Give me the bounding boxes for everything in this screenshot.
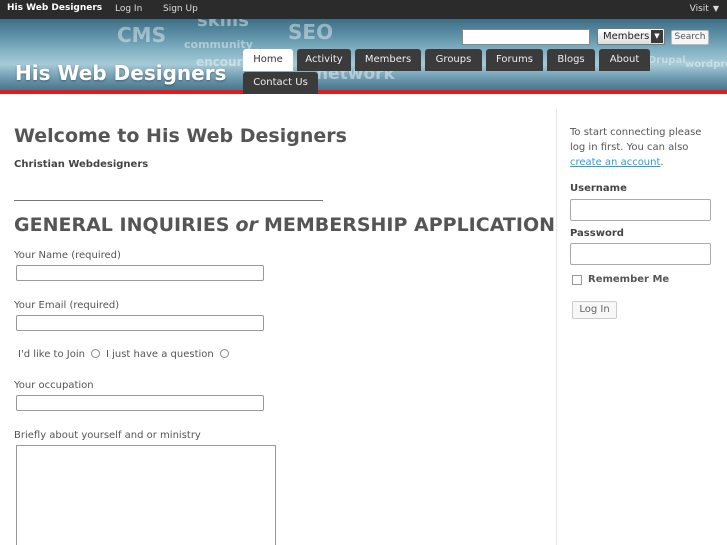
username-field[interactable] <box>570 199 711 221</box>
divider <box>14 200 323 201</box>
search-input[interactable] <box>462 29 590 45</box>
join-radio-label: I'd like to Join <box>18 349 85 360</box>
chevron-down-icon: ▼ <box>712 4 719 13</box>
create-account-link[interactable]: create an account <box>570 157 660 168</box>
email-field[interactable] <box>16 315 264 331</box>
tab-forums[interactable]: Forums <box>486 49 543 71</box>
login-intro: To start connecting please log in first.… <box>570 125 715 170</box>
join-radio[interactable] <box>90 349 100 358</box>
remember-me-checkbox[interactable] <box>572 275 582 285</box>
page-subtitle: Christian Webdesigners <box>14 159 149 170</box>
occupation-field[interactable] <box>16 395 264 411</box>
header-decor-word: wordpress <box>685 59 727 70</box>
form-heading-or: or <box>235 214 258 236</box>
visit-label: Visit <box>689 4 709 14</box>
tab-groups[interactable]: Groups <box>425 49 482 71</box>
about-textarea[interactable] <box>16 445 276 545</box>
admin-bar-visit-menu[interactable]: Visit ▼ <box>690 4 719 14</box>
email-label: Your Email (required) <box>14 300 120 311</box>
name-label: Your Name (required) <box>14 250 121 261</box>
login-intro-text: To start connecting please log in first.… <box>570 127 702 153</box>
site-title[interactable]: His Web Designers <box>15 61 226 85</box>
sidebar <box>556 109 727 545</box>
form-heading-left: GENERAL INQUIRIES <box>14 214 230 236</box>
admin-bar-signup-link[interactable]: Sign Up <box>163 4 198 14</box>
admin-bar-login-link[interactable]: Log In <box>115 4 142 14</box>
question-radio-label: I just have a question <box>105 349 214 360</box>
occupation-label: Your occupation <box>14 380 94 391</box>
tab-about[interactable]: About <box>599 49 650 71</box>
tab-members[interactable]: Members <box>355 49 421 71</box>
header-decor-word: Drupal <box>648 55 686 66</box>
username-label: Username <box>570 183 627 194</box>
form-heading: GENERAL INQUIRIES or MEMBERSHIP APPLICATIO… <box>14 214 555 236</box>
remember-me-label: Remember Me <box>588 274 670 285</box>
header-decor-word: SEO <box>288 20 334 44</box>
chevron-down-icon: ▼ <box>651 30 663 43</box>
tab-activity[interactable]: Activity <box>297 49 351 71</box>
question-radio[interactable] <box>219 349 229 358</box>
search-button[interactable]: Search <box>671 30 709 45</box>
about-label: Briefly about yourself and or ministry <box>14 430 201 441</box>
tab-contact-us[interactable]: Contact Us <box>243 72 318 94</box>
form-heading-right: MEMBERSHIP APPLICATION <box>263 214 556 236</box>
admin-bar-site-name[interactable]: His Web Designers <box>7 3 102 13</box>
password-label: Password <box>570 228 624 239</box>
admin-bar: His Web Designers Log In Sign Up Visit ▼ <box>0 0 727 19</box>
header-decor-word: skills <box>197 19 249 31</box>
header-accent-line <box>0 90 727 94</box>
search-scope-select[interactable]: Members ▼ <box>597 28 665 45</box>
page-title: Welcome to His Web Designers <box>14 125 347 147</box>
tab-blogs[interactable]: Blogs <box>547 49 595 71</box>
search-scope-value: Members <box>603 31 650 42</box>
inquiry-type-radio-group: I'd like to Join I just have a question <box>18 349 235 360</box>
header-decor-word: CMS <box>117 23 166 47</box>
name-field[interactable] <box>16 265 264 281</box>
password-field[interactable] <box>570 243 711 265</box>
header-decor-word: community <box>184 38 253 51</box>
login-button[interactable]: Log In <box>572 301 617 319</box>
tab-home[interactable]: Home <box>243 49 293 71</box>
login-intro-end: . <box>660 157 664 168</box>
